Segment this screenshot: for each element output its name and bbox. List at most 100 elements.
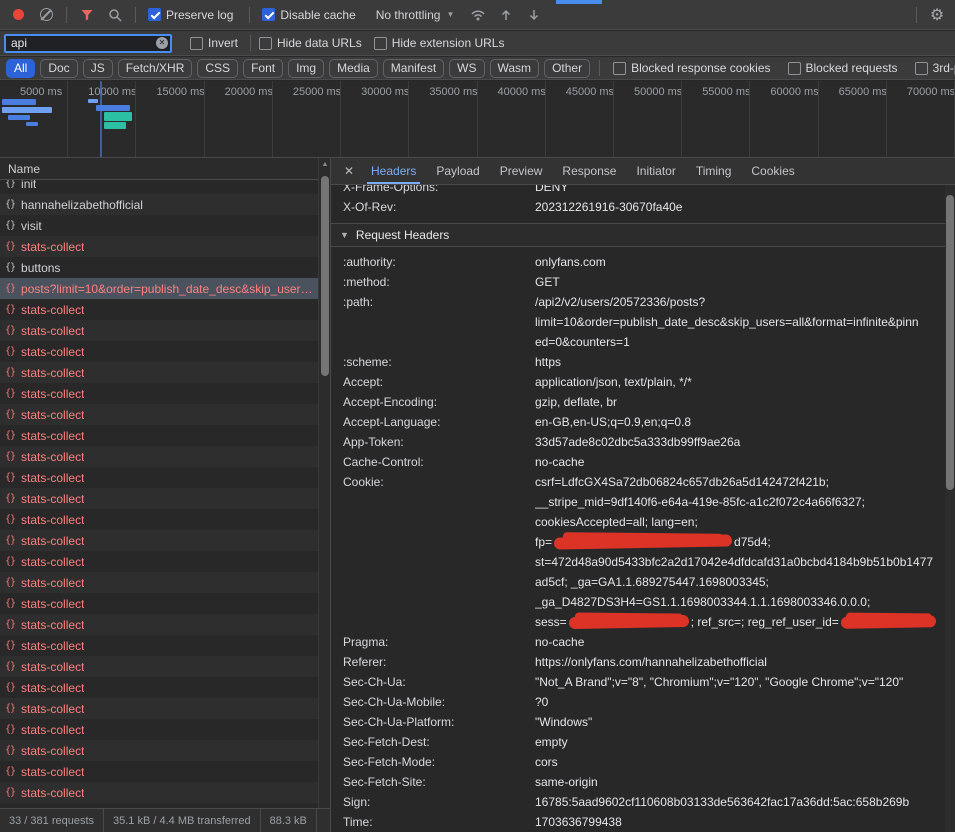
request-row[interactable]: stats-collect — [0, 719, 318, 740]
hide-data-urls-checkbox[interactable]: Hide data URLs — [259, 36, 362, 50]
request-headers-section[interactable]: ▼ Request Headers — [331, 223, 945, 247]
name-column-header[interactable]: Name — [0, 158, 330, 180]
clear-filter-icon[interactable] — [156, 37, 168, 49]
request-row[interactable]: stats-collect — [0, 551, 318, 572]
details-tab[interactable]: Preview — [490, 158, 553, 184]
timeline-tick: 55000 ms — [682, 81, 750, 157]
request-row[interactable]: stats-collect — [0, 383, 318, 404]
type-filter-chip[interactable]: JS — [83, 59, 113, 78]
blocked-response-cookies-checkbox[interactable]: Blocked response cookies — [613, 61, 770, 75]
export-har-button[interactable] — [522, 3, 546, 27]
details-tab[interactable]: Payload — [426, 158, 489, 184]
preserve-log-checkbox[interactable]: Preserve log — [148, 8, 233, 22]
timeline-tick: 45000 ms — [546, 81, 614, 157]
request-name: stats-collect — [21, 681, 84, 695]
chevron-down-icon: ▼ — [446, 10, 454, 19]
details-tab[interactable]: Timing — [686, 158, 742, 184]
header-name: Sec-Fetch-Dest: — [343, 732, 535, 752]
request-row[interactable]: init — [0, 180, 318, 194]
search-button[interactable] — [103, 3, 127, 27]
filter-toggle-button[interactable] — [75, 3, 99, 27]
scroll-up-icon[interactable]: ▲ — [319, 161, 330, 168]
request-name: stats-collect — [21, 450, 84, 464]
request-row[interactable]: stats-collect — [0, 572, 318, 593]
details-scrollbar[interactable] — [945, 185, 955, 832]
request-row[interactable]: stats-collect — [0, 299, 318, 320]
type-filter-chip[interactable]: Fetch/XHR — [118, 59, 193, 78]
header-value: empty — [535, 732, 945, 752]
request-row[interactable]: stats-collect — [0, 320, 318, 341]
details-tab[interactable]: Initiator — [626, 158, 685, 184]
request-row[interactable]: stats-collect — [0, 509, 318, 530]
close-details-icon[interactable] — [337, 158, 361, 184]
request-row[interactable]: buttons — [0, 257, 318, 278]
type-filter-chip[interactable]: All — [6, 59, 35, 78]
script-file-icon — [5, 619, 15, 630]
throttling-select[interactable]: No throttling ▼ — [368, 6, 463, 24]
request-row[interactable]: stats-collect — [0, 782, 318, 803]
type-filter-chip[interactable]: WS — [449, 59, 484, 78]
request-row[interactable]: posts?limit=10&order=publish_date_desc&s… — [0, 278, 318, 299]
request-row[interactable]: stats-collect — [0, 236, 318, 257]
type-filter-chip[interactable]: Other — [544, 59, 590, 78]
request-row[interactable]: stats-collect — [0, 593, 318, 614]
scrollbar-thumb[interactable] — [946, 195, 954, 490]
scrollbar-thumb[interactable] — [321, 176, 329, 376]
type-filter-chip[interactable]: Doc — [40, 59, 77, 78]
blocked-requests-checkbox[interactable]: Blocked requests — [788, 61, 898, 75]
disable-cache-checkbox[interactable]: Disable cache — [262, 8, 355, 22]
type-filter-chip[interactable]: CSS — [197, 59, 238, 78]
request-row[interactable]: stats-collect — [0, 614, 318, 635]
redaction-scribble — [841, 615, 936, 629]
details-tab[interactable]: Headers — [361, 158, 426, 184]
type-filter-chip[interactable]: Font — [243, 59, 283, 78]
network-overview-timeline[interactable]: 5000 ms10000 ms15000 ms20000 ms25000 ms3… — [0, 81, 955, 158]
invert-checkbox[interactable]: Invert — [190, 36, 238, 50]
type-filter-chip[interactable]: Wasm — [490, 59, 540, 78]
details-tab[interactable]: Cookies — [741, 158, 804, 184]
script-file-icon — [5, 766, 15, 777]
type-filter-chip[interactable]: Media — [329, 59, 378, 78]
request-row[interactable]: stats-collect — [0, 488, 318, 509]
request-list-scrollbar[interactable]: ▲ — [318, 158, 330, 808]
request-name: stats-collect — [21, 723, 84, 737]
request-row[interactable]: stats-collect — [0, 677, 318, 698]
request-row[interactable]: visit — [0, 215, 318, 236]
request-row[interactable]: stats-collect — [0, 467, 318, 488]
clear-button[interactable] — [34, 3, 58, 27]
settings-button[interactable] — [925, 3, 949, 27]
request-row[interactable]: stats-collect — [0, 404, 318, 425]
request-row[interactable]: stats-collect — [0, 341, 318, 362]
header-name: App-Token: — [343, 432, 535, 452]
requests-count: 33 / 381 requests — [0, 809, 104, 832]
third-party-requests-checkbox[interactable]: 3rd-party requests — [915, 61, 955, 75]
request-row[interactable]: hannahelizabethofficial — [0, 194, 318, 215]
header-name: Pragma: — [343, 632, 535, 652]
script-file-icon — [5, 745, 15, 756]
hide-extension-urls-checkbox[interactable]: Hide extension URLs — [374, 36, 505, 50]
request-row[interactable]: stats-collect — [0, 530, 318, 551]
request-row[interactable]: stats-collect — [0, 446, 318, 467]
details-tab[interactable]: Response — [552, 158, 626, 184]
toolbar-divider — [250, 35, 251, 51]
request-row[interactable]: stats-collect — [0, 362, 318, 383]
request-name: stats-collect — [21, 429, 84, 443]
request-row[interactable]: stats-collect — [0, 698, 318, 719]
request-name: stats-collect — [21, 408, 84, 422]
request-row[interactable]: stats-collect — [0, 740, 318, 761]
request-row[interactable]: stats-collect — [0, 635, 318, 656]
record-button[interactable] — [6, 3, 30, 27]
request-row[interactable]: stats-collect — [0, 425, 318, 446]
header-value: "Not_A Brand";v="8", "Chromium";v="120",… — [535, 672, 945, 692]
gear-icon — [930, 5, 944, 25]
type-filter-chip[interactable]: Img — [288, 59, 324, 78]
request-name: stats-collect — [21, 345, 84, 359]
request-row[interactable]: stats-collect — [0, 761, 318, 782]
type-filter-chip[interactable]: Manifest — [383, 59, 444, 78]
network-conditions-button[interactable] — [466, 3, 490, 27]
request-name: stats-collect — [21, 786, 84, 800]
import-har-button[interactable] — [494, 3, 518, 27]
request-row[interactable]: stats-collect — [0, 656, 318, 677]
headers-list: X-Frame-Options: DENY X-Of-Rev: 20231226… — [331, 185, 945, 832]
filter-input[interactable] — [4, 34, 172, 53]
